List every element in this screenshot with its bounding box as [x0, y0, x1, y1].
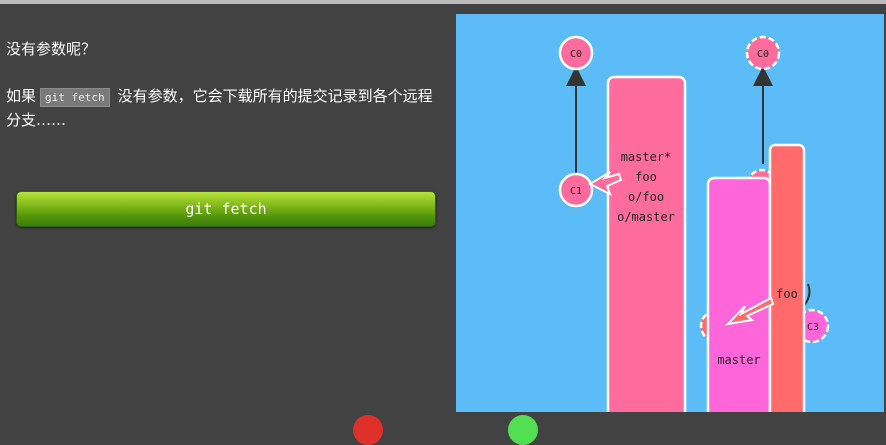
git-fetch-button[interactable]: git fetch: [16, 191, 436, 227]
commit-label: C1: [570, 186, 582, 197]
branch-label-o-master: o/master: [617, 210, 675, 224]
commit-node-c1-local[interactable]: C1: [558, 172, 594, 208]
remote-master-branch[interactable]: master: [706, 176, 772, 412]
git-visualization: C0 C1 master* foo o/foo o/master C0 C3 m…: [456, 14, 884, 412]
green-indicator: [508, 415, 538, 445]
commit-node-c0-remote[interactable]: C0: [745, 35, 781, 71]
commit-label: C3: [807, 322, 819, 333]
remote-foo-branch[interactable]: foo: [768, 143, 806, 412]
red-indicator: [353, 415, 383, 445]
instruction-prefix: 如果: [6, 87, 37, 105]
branch-label-master: master*: [621, 150, 672, 164]
commit-label: C0: [757, 49, 769, 60]
instruction-pane: 没有参数呢？ 如果 git fetch 没有参数，它会下载所有的提交记录到各个远程分…: [0, 4, 450, 423]
branch-label-o-foo: o/foo: [628, 190, 664, 204]
local-branch-stack[interactable]: master* foo o/foo o/master: [606, 75, 687, 412]
commit-label: C0: [570, 49, 582, 60]
branch-label-foo: foo: [635, 170, 657, 184]
instruction-line-1: 没有参数呢？: [6, 40, 97, 58]
branch-label-foo-remote: foo: [776, 287, 798, 301]
inline-code-git-fetch: git fetch: [40, 88, 110, 107]
instruction-line-2: 如果 git fetch 没有参数，它会下载所有的提交记录到各个远程分支……: [6, 85, 446, 131]
branch-label-master-remote: master: [717, 353, 760, 367]
commit-node-c0-local[interactable]: C0: [558, 35, 594, 71]
